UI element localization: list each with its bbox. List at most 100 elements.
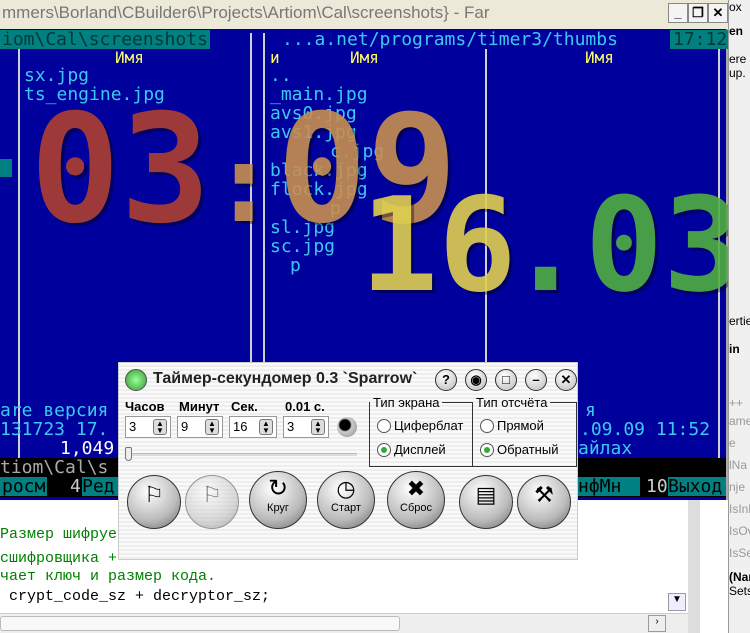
hundredths-spinner[interactable]: 3 ▲ ▼ [283, 416, 329, 438]
dialog-title: Таймер-секундомер 0.3 `Sparrow` [153, 370, 418, 387]
pane-text: in [729, 342, 740, 356]
command-line-path: tiom\Cal\s [0, 457, 109, 478]
progress-slider[interactable] [125, 447, 357, 461]
radio-display[interactable]: Дисплей [377, 442, 446, 457]
pane-text: (Name) [729, 570, 750, 584]
status-line: я [585, 400, 596, 421]
refresh-icon: ↻ [267, 475, 289, 502]
restore-button[interactable]: ❐ [688, 3, 708, 23]
property-row[interactable]: IsOve [729, 520, 750, 542]
property-row[interactable]: e [729, 432, 750, 454]
pane-text: ertie [729, 314, 750, 328]
clock-seconds: 16 [360, 169, 517, 321]
pane-text: Sets/retu [729, 584, 750, 598]
far-title-bar: mmers\Borland\CBuilder6\Projects\Artiom\… [0, 0, 730, 29]
lap-button[interactable]: ↻ Круг [249, 471, 307, 529]
hours-value: 3 [129, 419, 137, 434]
seconds-value: 16 [233, 419, 248, 434]
pane-text: en [729, 24, 744, 38]
flag-arrow-icon: ⚐ [202, 482, 222, 507]
close-button[interactable]: ✕ [555, 369, 577, 391]
screen-type-label: Тип экрана [373, 395, 440, 410]
clock-icon: ◷ [336, 476, 356, 501]
seconds-spinner[interactable]: 16 ▲ ▼ [229, 416, 277, 438]
hundredths-value: 3 [287, 419, 295, 434]
x-icon: ✖ [406, 476, 426, 501]
status-size: 1,049 [60, 438, 115, 459]
hours-label: Часов [125, 399, 165, 414]
minutes-label: Минут [179, 399, 220, 414]
keybar-item-view[interactable]: росм [0, 477, 48, 496]
keybar-item-exit[interactable]: Выход [668, 477, 726, 496]
reset-button[interactable]: ✖ Сброс [387, 471, 445, 529]
horizontal-scrollbar[interactable]: › [0, 613, 688, 633]
left-panel-path[interactable]: iom\Cal\screenshots [0, 30, 210, 49]
scroll-right-button[interactable]: › [648, 615, 666, 632]
settings-button[interactable]: ⚒ [517, 475, 571, 529]
status-line: are версия [0, 400, 109, 421]
pane-text: ere [729, 52, 747, 66]
timer-dialog: Таймер-секундомер 0.3 `Sparrow` ? ◉ □ – … [118, 362, 578, 560]
code-line: crypt_code_sz + decryptor_sz; [0, 588, 271, 605]
right-panel-path[interactable]: ...a.net/programs/timer3/thumbs [282, 30, 618, 49]
column-header: Имя [585, 48, 614, 67]
spin-arrows-icon[interactable]: ▲ ▼ [205, 419, 219, 435]
property-row[interactable]: lNa [729, 454, 750, 476]
column-header: Имя [115, 48, 144, 67]
spin-arrows-icon[interactable]: ▲ ▼ [153, 419, 167, 435]
property-row[interactable]: nje [729, 476, 750, 498]
status-line: .09.09 11:52 [580, 419, 711, 440]
keybar-num: 10 [646, 476, 668, 497]
document-icon: ▤ [475, 482, 497, 507]
scroll-down-button[interactable]: ▼ [668, 593, 686, 611]
document-button[interactable]: ▤ [459, 475, 513, 529]
help-button[interactable]: ? [435, 369, 457, 391]
3d-clock-display-right: 16.03 [360, 169, 742, 321]
property-row[interactable]: IsSea [729, 542, 750, 564]
clock: 17:12 [670, 30, 731, 49]
clock-hundredths: 03 [584, 169, 742, 321]
bomb-button[interactable] [337, 417, 357, 437]
pane-text: ox [729, 0, 742, 14]
divider [18, 49, 20, 459]
radio-reverse[interactable]: Обратный [480, 442, 558, 457]
slider-thumb[interactable] [125, 447, 132, 461]
status-line: айлах [578, 438, 633, 459]
close-button[interactable]: ✕ [708, 3, 728, 23]
maximize-button[interactable]: □ [495, 369, 517, 391]
count-type-label: Тип отсчёта [476, 395, 548, 410]
keybar-item-edit[interactable]: Ред [82, 477, 118, 496]
minutes-value: 9 [181, 419, 189, 434]
property-row[interactable]: ame [729, 410, 750, 432]
app-clock-icon [125, 369, 147, 391]
column-header: Имя [350, 48, 379, 67]
cursor-block [0, 159, 12, 177]
spin-arrows-icon[interactable]: ▲ ▼ [259, 419, 273, 435]
pane-text: ++ [729, 396, 744, 410]
code-line: Размер шифрует [0, 526, 127, 543]
start-button[interactable]: ◷ Старт [317, 471, 375, 529]
scrollbar-thumb[interactable] [0, 616, 400, 631]
object-inspector: ox en ere up. ertie in ++ ame e lNa nje … [728, 0, 750, 633]
splitter[interactable] [688, 500, 700, 633]
hours-spinner[interactable]: 3 ▲ ▼ [125, 416, 171, 438]
keybar-item-menu[interactable]: нфМн [578, 477, 640, 496]
code-line: чает ключ и размер кода. [0, 568, 217, 585]
flag-button[interactable]: ⚐ [127, 475, 181, 529]
flag-export-button[interactable]: ⚐ [185, 475, 239, 529]
spin-arrows-icon[interactable]: ▲ ▼ [311, 419, 325, 435]
status-line: 131723 17. [0, 419, 109, 440]
clock-hours: 03 [30, 83, 211, 257]
hundredths-label: 0.01 с. [285, 399, 325, 414]
clock-sep: : [210, 119, 277, 247]
minimize-button[interactable]: – [525, 369, 547, 391]
radio-dial[interactable]: Циферблат [377, 418, 463, 433]
seconds-label: Сек. [231, 399, 258, 414]
minimize-button[interactable]: _ [668, 3, 688, 23]
minutes-spinner[interactable]: 9 ▲ ▼ [177, 416, 223, 438]
window-title: mmers\Borland\CBuilder6\Projects\Artiom\… [2, 3, 490, 22]
pane-text: up. [729, 66, 746, 80]
eye-button[interactable]: ◉ [465, 369, 487, 391]
property-row[interactable]: IsInlin [729, 498, 750, 520]
radio-forward[interactable]: Прямой [480, 418, 544, 433]
